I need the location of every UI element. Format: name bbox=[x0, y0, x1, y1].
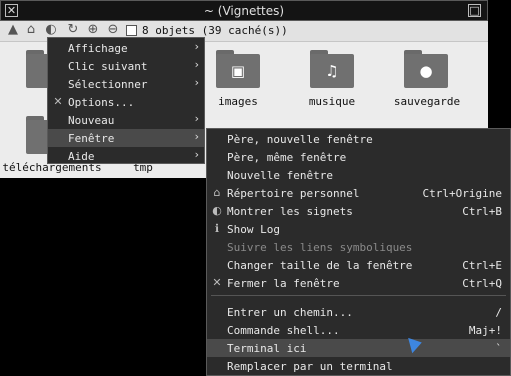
menu-item-home[interactable]: ⌂ Répertoire personnel Ctrl+Origine bbox=[207, 184, 510, 202]
folder-music-icon[interactable]: ♫ bbox=[310, 50, 354, 88]
zoom-out-icon[interactable]: ⊖ bbox=[106, 23, 120, 37]
file-label: sauvegarde bbox=[393, 95, 461, 108]
menu-item-close-window[interactable]: ✕ Fermer la fenêtre Ctrl+Q bbox=[207, 274, 510, 292]
file-label: musique bbox=[308, 95, 356, 108]
triangle-up-icon[interactable]: ▲ bbox=[6, 23, 20, 37]
context-menu: Affichage › Clic suivant › Sélectionner › ✕… bbox=[47, 37, 205, 164]
home-icon[interactable]: ⌂ bbox=[24, 23, 38, 37]
home-icon: ⌂ bbox=[213, 186, 221, 199]
menu-item-selectionner[interactable]: Sélectionner › bbox=[48, 75, 204, 93]
menu-item-show-log[interactable]: ℹ Show Log bbox=[207, 220, 510, 238]
menu-item-replace-with-terminal[interactable]: Remplacer par un terminal bbox=[207, 357, 510, 375]
menu-item-new-window[interactable]: Nouvelle fenêtre bbox=[207, 166, 510, 184]
menu-item-shell-command[interactable]: Commande shell... Maj+! bbox=[207, 321, 510, 339]
folder-images-icon[interactable]: ▣ bbox=[216, 50, 260, 88]
window-title: ~ (Vignettes) bbox=[203, 4, 285, 18]
menu-item-show-bookmarks[interactable]: ◐ Montrer les signets Ctrl+B bbox=[207, 202, 510, 220]
close-icon: ✕ bbox=[212, 276, 222, 289]
menu-item-nouveau[interactable]: Nouveau › bbox=[48, 111, 204, 129]
zoom-in-icon[interactable]: ⊕ bbox=[86, 23, 100, 37]
info-icon: ℹ bbox=[214, 222, 220, 235]
menu-item-parent-new-window[interactable]: Père, nouvelle fenêtre bbox=[207, 130, 510, 148]
menu-item-affichage[interactable]: Affichage › bbox=[48, 39, 204, 57]
menu-item-terminal-here[interactable]: Terminal ici ` bbox=[207, 339, 510, 357]
menu-item-enter-path[interactable]: Entrer un chemin... / bbox=[207, 303, 510, 321]
menu-item-aide[interactable]: Aide › bbox=[48, 147, 204, 165]
menu-item-clic-suivant[interactable]: Clic suivant › bbox=[48, 57, 204, 75]
menu-item-fenetre[interactable]: Fenêtre › bbox=[48, 129, 204, 147]
menu-item-options[interactable]: ✕ Options... bbox=[48, 93, 204, 111]
menu-item-parent-same-window[interactable]: Père, même fenêtre bbox=[207, 148, 510, 166]
refresh-icon[interactable]: ↻ bbox=[66, 23, 80, 37]
title-bar[interactable]: ✕ ~ (Vignettes) □ bbox=[0, 0, 488, 21]
file-label: images bbox=[218, 95, 258, 108]
menu-item-resize-window[interactable]: Changer taille de la fenêtre Ctrl+E bbox=[207, 256, 510, 274]
bookmark-icon[interactable]: ◐ bbox=[44, 23, 58, 37]
show-hidden-checkbox[interactable] bbox=[126, 25, 137, 36]
bookmark-icon: ◐ bbox=[212, 204, 222, 217]
menu-item-follow-symlinks: Suivre les liens symboliques bbox=[227, 241, 413, 254]
window-submenu: Père, nouvelle fenêtre Père, même fenêtr… bbox=[206, 128, 511, 376]
menu-separator bbox=[211, 295, 506, 296]
tools-icon: ✕ bbox=[53, 95, 63, 108]
folder-backup-icon[interactable]: ● bbox=[404, 50, 448, 88]
maximize-icon[interactable]: □ bbox=[468, 4, 481, 17]
status-text: 8 objets (39 caché(s)) bbox=[142, 24, 288, 37]
